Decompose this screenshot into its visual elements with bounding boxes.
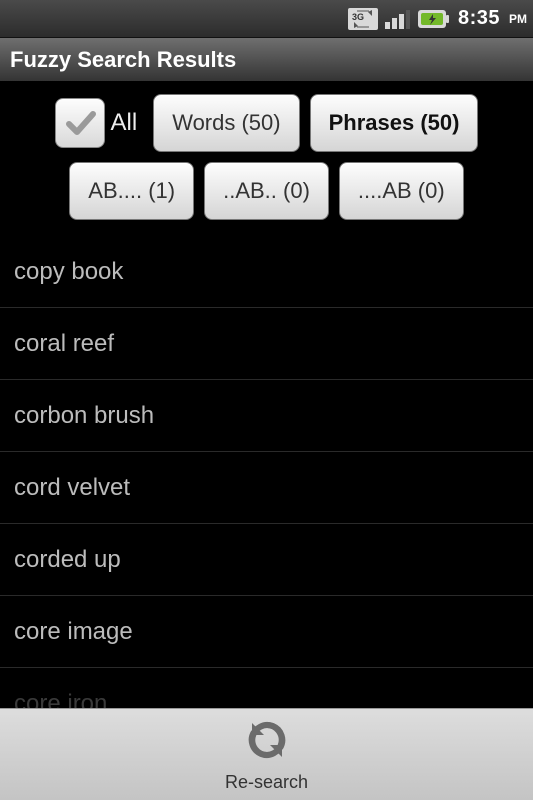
svg-text:3G: 3G bbox=[352, 12, 364, 22]
all-label: All bbox=[111, 109, 138, 137]
filter-suffix-button[interactable]: ....AB (0) bbox=[339, 162, 464, 220]
list-item[interactable]: corbon brush bbox=[0, 380, 533, 452]
list-item[interactable]: cord velvet bbox=[0, 452, 533, 524]
refresh-icon bbox=[244, 717, 290, 768]
filter-infix-button[interactable]: ..AB.. (0) bbox=[204, 162, 329, 220]
page-title: Fuzzy Search Results bbox=[10, 47, 236, 73]
network-3g-icon: 3G bbox=[348, 8, 378, 30]
title-bar: Fuzzy Search Results bbox=[0, 38, 533, 82]
research-button[interactable]: Re-search bbox=[225, 717, 308, 793]
filter-prefix-button[interactable]: AB.... (1) bbox=[69, 162, 194, 220]
filter-phrases-button[interactable]: Phrases (50) bbox=[310, 94, 479, 152]
list-item[interactable]: core image bbox=[0, 596, 533, 668]
results-list: copy book coral reef corbon brush cord v… bbox=[0, 236, 533, 740]
status-bar: 3G 8:35 PM bbox=[0, 0, 533, 38]
research-label: Re-search bbox=[225, 772, 308, 793]
status-time: 8:35 bbox=[458, 7, 500, 30]
list-item[interactable]: copy book bbox=[0, 236, 533, 308]
list-item[interactable]: coral reef bbox=[0, 308, 533, 380]
all-checkbox[interactable] bbox=[55, 98, 105, 148]
filter-words-button[interactable]: Words (50) bbox=[153, 94, 299, 152]
bottom-menu: Re-search bbox=[0, 708, 533, 800]
filter-panel: All Words (50) Phrases (50) AB.... (1) .… bbox=[0, 82, 533, 236]
battery-icon bbox=[416, 8, 450, 30]
status-ampm: PM bbox=[509, 12, 527, 26]
list-item[interactable]: corded up bbox=[0, 524, 533, 596]
signal-bars-icon bbox=[384, 8, 410, 30]
